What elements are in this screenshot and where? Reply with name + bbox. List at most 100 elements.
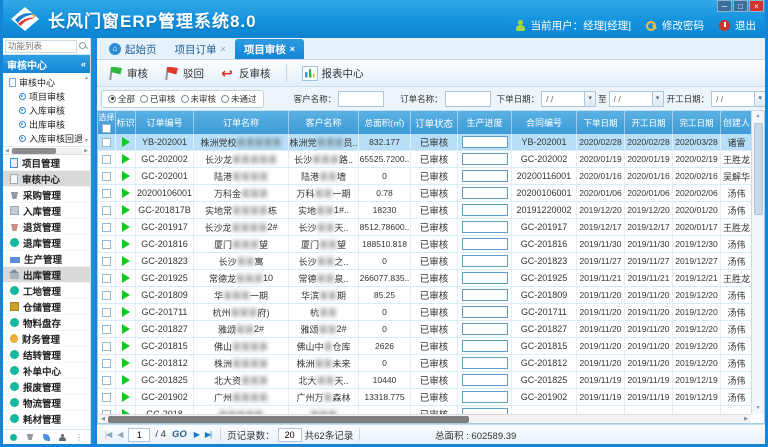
column-header[interactable]: 完工日期 (673, 111, 721, 134)
column-header[interactable]: 标识 (116, 111, 136, 134)
horizontal-scroll-thumb[interactable] (108, 416, 469, 423)
tree-scroll-track[interactable] (11, 148, 82, 154)
row-checkbox[interactable] (102, 274, 111, 283)
prev-page-button[interactable]: ◀ (117, 430, 122, 439)
vertical-scroll-thumb[interactable] (754, 123, 763, 215)
column-header[interactable]: 订单名称 (194, 111, 289, 134)
sidebar-menu-item[interactable]: 财务管理 (3, 331, 90, 347)
scroll-up-icon[interactable]: ▲ (84, 75, 89, 81)
sidebar-menu-item[interactable]: 退库管理 (3, 235, 90, 251)
column-header[interactable]: 合同编号 (512, 111, 577, 134)
column-header[interactable]: 选择 (98, 111, 116, 134)
order-date-to-input[interactable]: / /▾ (609, 91, 664, 107)
column-header[interactable]: 创建人 (721, 111, 753, 134)
tab-close-icon[interactable]: × (221, 44, 226, 54)
go-button[interactable]: GO (172, 429, 187, 440)
sidebar-menu-item[interactable]: 出库管理 (3, 267, 90, 283)
column-header[interactable]: 总面积(㎡) (359, 111, 411, 134)
sidebar-menu-item[interactable]: 物流管理 (3, 395, 90, 411)
sidebar-menu-item[interactable]: 入库管理 (3, 203, 90, 219)
table-row[interactable]: 20200106001 万科金某某某 万科某某一期 0.78 已审核 20200… (98, 185, 753, 202)
tree-item[interactable]: 入库审核 (3, 103, 90, 117)
tree-item[interactable]: 入库审核回退 (3, 131, 90, 145)
start-date-input[interactable]: / /▾ (711, 91, 765, 107)
column-header[interactable]: 开工日期 (625, 111, 673, 134)
sidebar-menu-item[interactable]: 结转管理 (3, 347, 90, 363)
table-row[interactable]: GC-201711 杭州某某某府) 杭某某 0 已审核 GC-201711 20… (98, 304, 753, 321)
row-checkbox[interactable] (102, 206, 111, 215)
column-header[interactable]: 客户名称 (289, 111, 359, 134)
toolbar-button[interactable]: 报表中心 (302, 66, 364, 81)
sidebar-menu-item[interactable]: 仓储管理 (3, 299, 90, 315)
cart-icon[interactable] (26, 434, 34, 440)
tree-scroll-thumb[interactable] (12, 148, 56, 154)
sidebar-menu-item[interactable]: 项目管理 (3, 155, 90, 171)
status-radio[interactable]: 全部 (108, 93, 135, 105)
vertical-scrollbar[interactable]: ▲ ▼ (751, 111, 764, 414)
table-row[interactable]: GC-201917 长沙龙某某某某2# 长沙某某天.. 8512.78600..… (98, 219, 753, 236)
row-checkbox[interactable] (102, 257, 111, 266)
sidebar-menu-item[interactable]: 退货管理 (3, 219, 90, 235)
scroll-down-icon[interactable]: ▼ (756, 403, 761, 414)
order-date-from-input[interactable]: / /▾ (541, 91, 596, 107)
order-name-input[interactable] (445, 91, 491, 107)
customer-name-input[interactable] (338, 91, 384, 107)
row-checkbox[interactable] (102, 308, 111, 317)
dot-icon[interactable] (10, 434, 17, 441)
minimize-button[interactable]: ─ (717, 0, 732, 12)
row-checkbox[interactable] (102, 291, 111, 300)
toolbar-button[interactable]: ↩ 反审核 (219, 66, 271, 81)
tab[interactable]: 项目订单 × (166, 39, 235, 59)
row-checkbox[interactable] (102, 240, 111, 249)
status-radio[interactable]: 未审核 (181, 93, 217, 105)
tab[interactable]: 项目审核 × (235, 39, 304, 59)
toolbar-button[interactable]: 驳回 (163, 66, 204, 81)
table-row[interactable]: GC-201827 雅颂某某2# 雅颂某某2# 0 已审核 GC-201827 … (98, 321, 753, 338)
tree-root[interactable]: 审核中心 (3, 75, 90, 89)
scroll-right-icon[interactable]: ▶ (82, 148, 90, 154)
search-input[interactable] (5, 40, 77, 53)
scroll-right-icon[interactable]: ▶ (741, 416, 751, 422)
row-checkbox[interactable] (102, 223, 111, 232)
row-checkbox[interactable] (102, 189, 111, 198)
table-row[interactable]: YB-202001 株洲党校某某某某某 株洲党某某某员.. 832.177 已审… (98, 134, 753, 151)
chevron-down-icon[interactable]: ▾ (652, 92, 663, 106)
tree-horizontal-scrollbar[interactable]: ◀ ▶ (3, 146, 90, 154)
sidebar-menu-item[interactable]: 耗材管理 (3, 411, 90, 427)
row-checkbox[interactable] (102, 325, 111, 334)
table-row[interactable]: GC-201823 长沙某某寓 长沙某某之.. 0 已审核 GC-201823 … (98, 253, 753, 270)
horizontal-scroll-track[interactable] (108, 416, 741, 423)
page-size-input[interactable] (278, 428, 302, 442)
table-row[interactable]: GC-201809 华某某某一期 华滨某某期 85.25 已审核 GC-2018… (98, 287, 753, 304)
tree-item[interactable]: 项目审核 (3, 89, 90, 103)
scroll-up-icon[interactable]: ▲ (756, 111, 761, 122)
status-radio[interactable]: 已审核 (140, 93, 176, 105)
more-options-icon[interactable]: ⋮ (75, 434, 83, 441)
change-password-link[interactable]: 修改密码 (662, 18, 704, 33)
chevron-down-icon[interactable]: ▾ (754, 92, 765, 106)
close-button[interactable]: × (749, 0, 764, 12)
table-row[interactable]: GC-201925 常德龙某某某10 常德某某泉.. 266077.835.. … (98, 270, 753, 287)
leaf-icon[interactable] (43, 434, 50, 441)
sidebar-menu-item[interactable]: 采购管理 (3, 187, 90, 203)
table-row[interactable]: GC-201816 厦门某某某望 厦门某某望 188510.818 已审核 GC… (98, 236, 753, 253)
horizontal-scrollbar[interactable]: ◀ ▶ (98, 414, 751, 423)
last-page-button[interactable]: ▶| (205, 430, 211, 439)
scroll-left-icon[interactable]: ◀ (3, 148, 11, 154)
row-checkbox[interactable] (102, 393, 111, 402)
table-row[interactable]: GC-202001 陆港某某某某 陆港某某墙 0 已审核 20200116001… (98, 168, 753, 185)
row-checkbox[interactable] (102, 155, 111, 164)
scroll-left-icon[interactable]: ◀ (98, 416, 108, 422)
sidebar-menu-item[interactable]: 物料盘存 (3, 315, 90, 331)
table-row[interactable]: GC-201902 广州某某某某 广州万某森林 13318.775 已审核 GC… (98, 389, 753, 406)
table-row[interactable]: GC-201825 北大资某某某 北大某某天.. 10440 已审核 GC-20… (98, 372, 753, 389)
sidebar-menu-item[interactable]: 工地管理 (3, 283, 90, 299)
maximize-button[interactable]: □ (733, 0, 748, 12)
row-checkbox[interactable] (102, 342, 111, 351)
column-header[interactable]: 订单状态 (411, 111, 458, 134)
sidebar-menu-item[interactable]: 生产管理 (3, 251, 90, 267)
column-header[interactable]: 订单编号 (136, 111, 194, 134)
next-page-button[interactable]: ▶ (194, 430, 199, 439)
table-row[interactable]: GC-201812 株洲某某某某 株洲某某未来 0 已审核 GC-201812 … (98, 355, 753, 372)
tab-close-icon[interactable]: × (290, 44, 295, 54)
